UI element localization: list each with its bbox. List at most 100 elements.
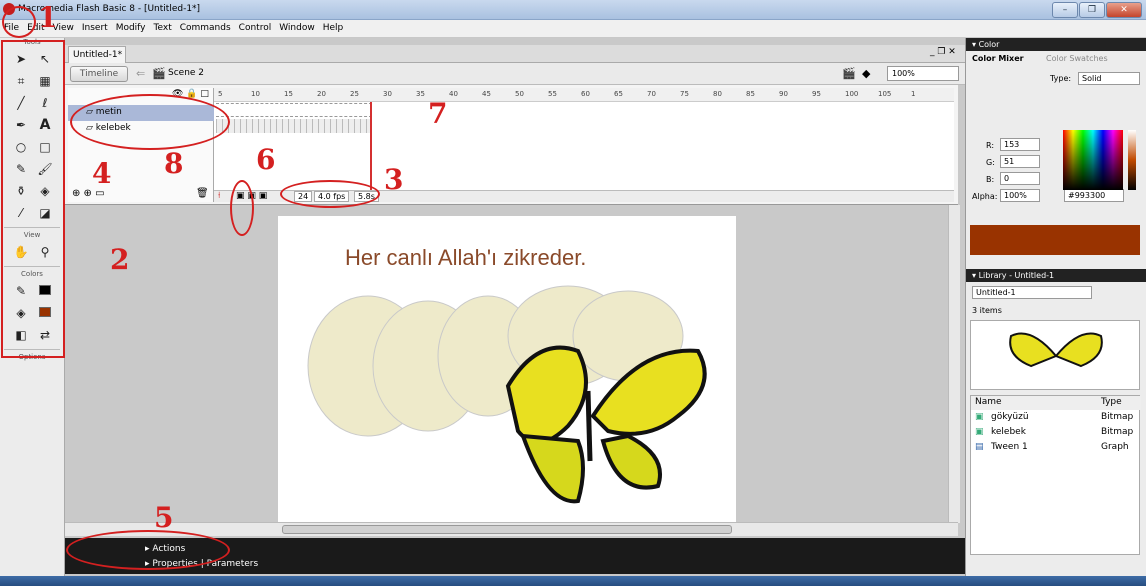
- library-item-type: Graph: [1101, 442, 1129, 452]
- edit-symbols-icon[interactable]: ◆: [862, 67, 870, 80]
- playhead[interactable]: [370, 88, 372, 190]
- annotation-4: 4: [92, 157, 112, 190]
- col-type: Type: [1101, 397, 1122, 407]
- library-doc-select[interactable]: Untitled-1: [972, 286, 1092, 299]
- minimize-button[interactable]: –: [1052, 2, 1078, 18]
- library-panel-header[interactable]: ▾ Library - Untitled-1: [966, 269, 1146, 282]
- library-item-type: Bitmap: [1101, 427, 1134, 437]
- col-name: Name: [975, 397, 1002, 407]
- timeline-button[interactable]: Timeline: [70, 66, 128, 82]
- ruler-tick: 20: [317, 90, 326, 98]
- annotation-8: 8: [164, 147, 184, 180]
- close-window-button[interactable]: ✕: [1106, 2, 1142, 18]
- menu-commands[interactable]: Commands: [176, 20, 235, 33]
- doc-window-controls[interactable]: _ ❐ ✕: [930, 47, 956, 57]
- scene-icon: 🎬: [152, 67, 166, 80]
- annotation-ring-status: [280, 180, 380, 208]
- ruler-tick: 65: [614, 90, 623, 98]
- library-item[interactable]: ▣ kelebek Bitmap: [971, 426, 1141, 440]
- type-label: Type:: [1050, 74, 1072, 83]
- zoom-select[interactable]: 100%: [887, 66, 959, 81]
- metin-frames: [216, 103, 372, 117]
- graphic-icon: ▤: [975, 442, 984, 452]
- ruler-tick: 40: [449, 90, 458, 98]
- ruler-tick: 30: [383, 90, 392, 98]
- back-arrow-icon[interactable]: ⇐: [136, 67, 145, 80]
- tab-color-swatches[interactable]: Color Swatches: [1046, 54, 1108, 63]
- ruler-tick: 10: [251, 90, 260, 98]
- library-preview: [970, 320, 1140, 390]
- color-preview-swatch: [970, 225, 1140, 255]
- menu-modify[interactable]: Modify: [112, 20, 150, 33]
- r-field[interactable]: 153: [1000, 138, 1040, 151]
- document-tab[interactable]: Untitled-1*: [68, 46, 126, 63]
- library-header-label: Library - Untitled-1: [978, 271, 1055, 280]
- g-field[interactable]: 51: [1000, 155, 1040, 168]
- annotation-3: 3: [384, 163, 404, 196]
- bitmap-icon: ▣: [975, 412, 984, 422]
- menu-window[interactable]: Window: [275, 20, 319, 33]
- library-count: 3 items: [972, 306, 1002, 315]
- os-taskbar: [0, 576, 1146, 586]
- bitmap-icon: ▣: [975, 427, 984, 437]
- hex-field[interactable]: #993300: [1064, 189, 1124, 202]
- menu-control[interactable]: Control: [235, 20, 276, 33]
- frame-ruler: 5 10 15 20 25 30 35 40 45 50 55 60 65 70 75 80 85 90 95 100…: [214, 88, 954, 102]
- maximize-button[interactable]: ❐: [1079, 2, 1105, 18]
- ruler-tick: 1: [911, 90, 916, 98]
- ruler-tick: 95: [812, 90, 821, 98]
- tab-color-mixer[interactable]: Color Mixer: [972, 54, 1024, 63]
- library-item-name: kelebek: [991, 427, 1026, 437]
- center-frame-icon[interactable]: ⍿: [218, 191, 220, 201]
- library-item-type: Bitmap: [1101, 412, 1134, 422]
- ruler-tick: 105: [878, 90, 892, 98]
- menu-insert[interactable]: Insert: [78, 20, 112, 33]
- document-tab-bar: [65, 45, 965, 63]
- stage-headline[interactable]: Her canlı Allah'ı zikreder.: [345, 245, 586, 271]
- menu-help[interactable]: Help: [319, 20, 348, 33]
- library-item[interactable]: ▣ gökyüzü Bitmap: [971, 411, 1141, 425]
- ruler-tick: 5: [218, 90, 223, 98]
- library-table: Name Type ▣ gökyüzü Bitmap ▣ kelebek Bitmap ▤…: [970, 395, 1141, 555]
- ruler-tick: 50: [515, 90, 524, 98]
- alpha-label: Alpha:: [972, 192, 998, 201]
- butterfly-thumbnail: [1009, 332, 1103, 368]
- ruler-tick: 60: [581, 90, 590, 98]
- ruler-tick: 45: [482, 90, 491, 98]
- ruler-tick: 75: [680, 90, 689, 98]
- scene-label: Scene 2: [168, 68, 205, 78]
- type-select[interactable]: Solid: [1078, 72, 1140, 85]
- stage-vertical-scrollbar[interactable]: [948, 205, 960, 523]
- ruler-tick: 70: [647, 90, 656, 98]
- annotation-ring-1: [2, 6, 36, 38]
- alpha-field[interactable]: 100%: [1000, 189, 1040, 202]
- menu-text[interactable]: Text: [150, 20, 176, 33]
- ruler-tick: 15: [284, 90, 293, 98]
- ruler-tick: 85: [746, 90, 755, 98]
- annotation-6: 6: [256, 143, 276, 176]
- annotation-2: 2: [110, 243, 130, 276]
- library-header-row: Name Type: [971, 396, 1141, 410]
- library-item[interactable]: ▤ Tween 1 Graph: [971, 441, 1141, 455]
- ruler-tick: 90: [779, 90, 788, 98]
- g-label: G:: [986, 158, 995, 167]
- menu-bar: File Edit View Insert Modify Text Commands Cont…: [0, 20, 1146, 38]
- annotation-ring-panels: [66, 530, 230, 570]
- ruler-tick: 25: [350, 90, 359, 98]
- annotation-ring-onion: [230, 180, 254, 236]
- brightness-slider[interactable]: [1128, 130, 1136, 190]
- ruler-tick: 35: [416, 90, 425, 98]
- library-item-name: Tween 1: [991, 442, 1028, 452]
- annotation-7: 7: [428, 97, 448, 130]
- delete-layer-icon[interactable]: 🗑: [196, 188, 209, 199]
- color-spectrum[interactable]: [1063, 130, 1123, 190]
- annotation-5: 5: [154, 501, 174, 534]
- edit-scene-icon[interactable]: 🎬: [842, 67, 856, 80]
- b-field[interactable]: 0: [1000, 172, 1040, 185]
- library-item-name: gökyüzü: [991, 412, 1029, 422]
- color-panel-header[interactable]: ▾ Color: [966, 38, 1146, 51]
- scrollbar-thumb[interactable]: [282, 525, 732, 534]
- ruler-tick: 80: [713, 90, 722, 98]
- r-label: R:: [986, 141, 995, 150]
- ruler-tick: 55: [548, 90, 557, 98]
